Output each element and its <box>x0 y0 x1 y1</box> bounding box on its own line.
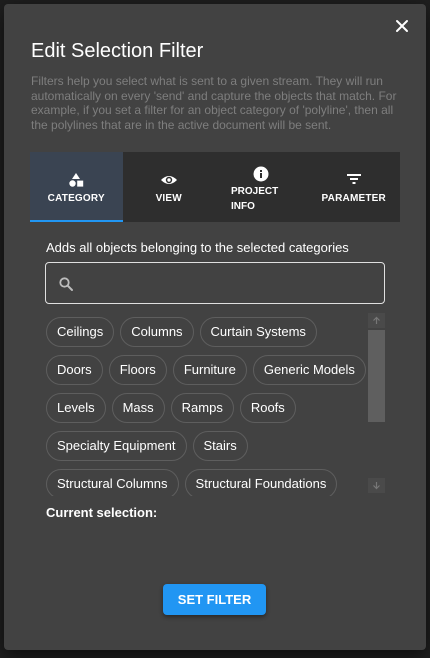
category-chip[interactable]: Columns <box>120 317 194 347</box>
category-chip[interactable]: Doors <box>46 355 103 385</box>
current-selection-label: Current selection: <box>46 505 158 520</box>
category-chip[interactable]: Structural Columns <box>46 469 179 496</box>
tab-parameter[interactable]: PARAMETER <box>308 152 401 222</box>
dialog-description: Filters help you select what is sent to … <box>31 74 397 132</box>
tab-project-info[interactable]: PROJECT INFO <box>215 152 308 222</box>
eye-icon <box>160 172 178 193</box>
category-search-field[interactable] <box>45 262 385 304</box>
tab-parameter-label: PARAMETER <box>321 193 386 204</box>
category-chip[interactable]: Furniture <box>172 355 247 385</box>
tab-project-info-label: PROJECT INFO <box>231 186 279 212</box>
search-icon <box>58 276 74 297</box>
category-chip-list: Ceilings Columns Curtain Systems Doors Floor… <box>46 314 368 496</box>
tab-view[interactable]: VIEW <box>123 152 216 222</box>
tab-view-label: VIEW <box>155 193 182 204</box>
shapes-icon <box>68 172 84 193</box>
category-chip[interactable]: Curtain Systems <box>199 317 317 347</box>
tab-category[interactable]: CATEGORY <box>30 152 123 222</box>
close-icon <box>396 20 408 32</box>
category-search-input[interactable] <box>84 271 378 297</box>
category-chip[interactable]: Ramps <box>170 393 234 423</box>
category-hint: Adds all objects belonging to the select… <box>46 240 349 255</box>
category-chip[interactable]: Ceilings <box>46 317 115 347</box>
category-chip[interactable]: Specialty Equipment <box>46 431 187 461</box>
tab-category-label: CATEGORY <box>47 193 105 204</box>
category-chip[interactable]: Generic Models <box>252 355 366 385</box>
close-button[interactable] <box>392 16 412 36</box>
category-chip[interactable]: Levels <box>46 393 106 423</box>
set-filter-button[interactable]: SET FILTER <box>163 584 266 615</box>
chip-list-scrollbar[interactable] <box>368 313 385 493</box>
category-chip[interactable]: Roofs <box>239 393 296 423</box>
filter-icon <box>346 172 362 191</box>
category-chip[interactable]: Floors <box>108 355 167 385</box>
arrow-up-icon <box>373 316 380 324</box>
category-chip[interactable]: Stairs <box>192 431 248 461</box>
dialog-title: Edit Selection Filter <box>31 40 204 62</box>
category-chip[interactable]: Structural Foundations <box>184 469 338 496</box>
scroll-down-button[interactable] <box>368 478 385 493</box>
scrollbar-thumb[interactable] <box>368 330 385 422</box>
edit-selection-filter-dialog: Edit Selection Filter Filters help you s… <box>4 4 426 650</box>
category-chip[interactable]: Mass <box>111 393 165 423</box>
scroll-up-button[interactable] <box>368 313 385 328</box>
filter-tabs: CATEGORY VIEW PROJECT INFO PARAMETER <box>30 152 400 222</box>
arrow-down-icon <box>373 482 380 490</box>
